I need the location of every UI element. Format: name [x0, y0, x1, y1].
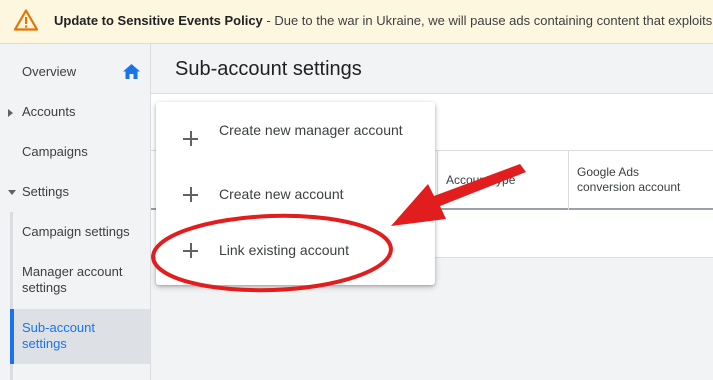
sidebar-item-label: Campaigns	[22, 144, 88, 159]
sidebar-item-settings[interactable]: Settings	[0, 184, 150, 202]
menu-item-link-existing-account[interactable]: Link existing account	[156, 234, 435, 266]
banner-title[interactable]: Update to Sensitive Events Policy	[54, 13, 263, 28]
sidebar-item-sub-account-settings[interactable]: Sub-account settings	[0, 320, 150, 356]
menu-item-label: Create new manager account	[219, 122, 403, 138]
expand-arrow-icon	[8, 109, 13, 117]
plus-icon	[183, 243, 198, 258]
warning-icon	[14, 9, 38, 31]
sidebar-item-campaigns[interactable]: Campaigns	[0, 144, 150, 162]
sidebar-item-label: Manager account settings	[22, 264, 123, 295]
plus-icon	[183, 187, 198, 202]
column-divider	[568, 150, 569, 210]
collapse-arrow-icon	[8, 190, 16, 195]
home-icon[interactable]	[123, 64, 140, 79]
banner-text: - Due to the war in Ukraine, we will pau…	[262, 13, 713, 28]
sidebar-item-campaign-settings[interactable]: Campaign settings	[0, 224, 150, 242]
menu-item-create-manager-account[interactable]: Create new manager account	[156, 116, 435, 164]
sidebar-item-label: Campaign settings	[22, 224, 130, 239]
sidebar-item-label: Overview	[22, 64, 77, 79]
sidebar-item-manager-account-settings[interactable]: Manager account settings	[0, 264, 150, 300]
policy-banner: Update to Sensitive Events Policy - Due …	[0, 0, 713, 44]
menu-item-label: Create new account	[219, 186, 344, 202]
plus-icon	[183, 131, 198, 146]
column-divider	[437, 150, 438, 210]
menu-item-label: Link existing account	[219, 242, 349, 258]
banner-message: Update to Sensitive Events Policy - Due …	[54, 13, 713, 28]
sidebar-item-label: Sub-account settings	[22, 320, 95, 351]
column-header-account-type[interactable]: Account type	[446, 173, 515, 188]
sidebar: Overview Accounts Campaigns Settings Cam…	[0, 44, 151, 380]
sidebar-item-accounts[interactable]: Accounts	[0, 104, 150, 122]
sidebar-item-label: Accounts	[22, 104, 76, 119]
add-account-menu: Create new manager account Create new ac…	[156, 102, 435, 285]
menu-item-create-new-account[interactable]: Create new account	[156, 178, 435, 210]
page-title: Sub-account settings	[175, 58, 362, 80]
sidebar-item-label: Settings	[22, 184, 69, 199]
column-header-conversion-account[interactable]: Google Ads conversion account	[577, 165, 697, 195]
